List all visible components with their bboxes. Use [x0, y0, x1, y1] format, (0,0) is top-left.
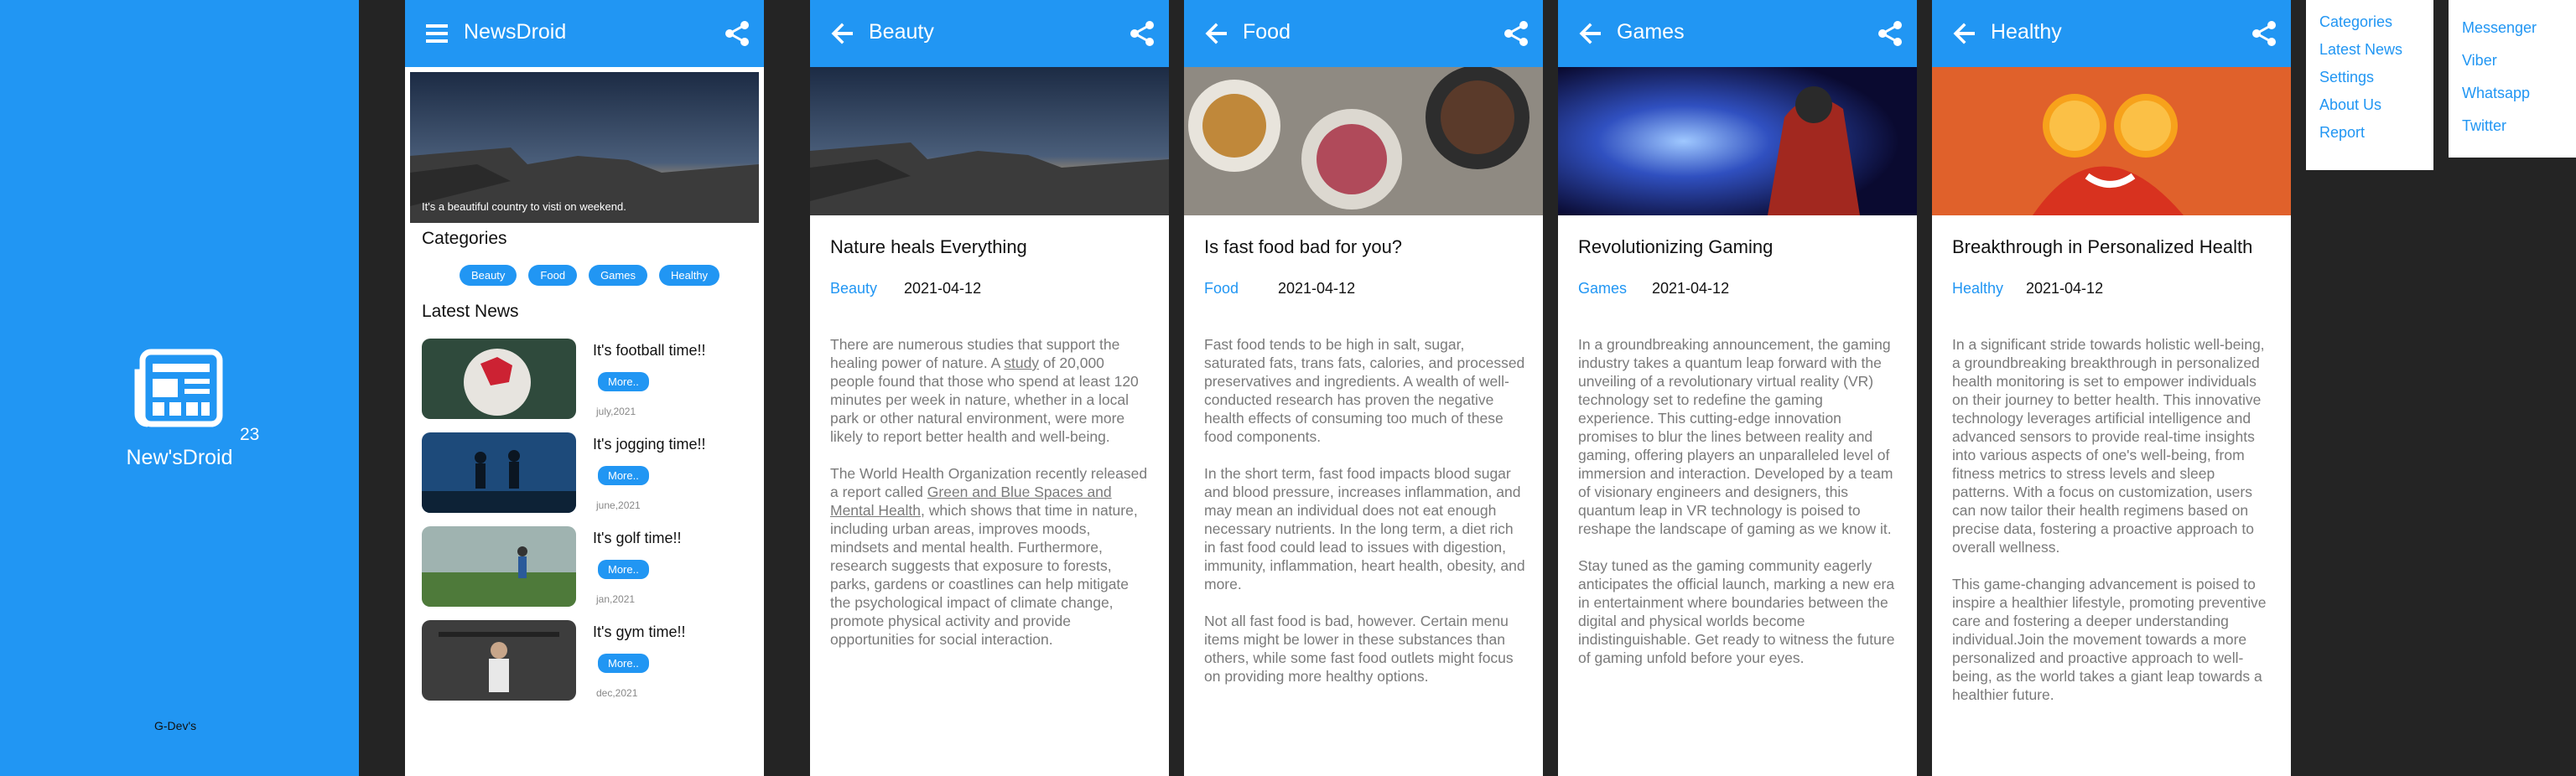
home-screen: NewsDroid It's a beautiful country to vi…	[405, 0, 764, 776]
article-image	[1558, 67, 1917, 215]
splash-version: 23	[240, 425, 260, 444]
splash-screen: New'sDroid 23 G-Dev's	[0, 0, 359, 776]
app-title: NewsDroid	[464, 20, 567, 44]
splash-credit: G-Dev's	[154, 719, 197, 732]
back-arrow-icon[interactable]	[1573, 17, 1607, 50]
article-screen-healthy: Healthy Breakthrough in Personalized Hea…	[1932, 0, 2291, 776]
article-headline: Nature heals Everything	[830, 236, 1027, 257]
article-date: 2021-04-12	[904, 280, 982, 297]
categories-heading: Categories	[422, 229, 507, 248]
article-category[interactable]: Food	[1204, 280, 1239, 297]
back-arrow-icon[interactable]	[1199, 17, 1233, 50]
news-date: dec,2021	[596, 687, 638, 699]
back-arrow-icon[interactable]	[1947, 17, 1981, 50]
app-bar: Beauty	[810, 0, 1169, 67]
main-menu: Categories Latest News Settings About Us…	[2306, 0, 2433, 170]
menu-item-report[interactable]: Report	[2306, 119, 2433, 147]
article-category[interactable]: Beauty	[830, 280, 877, 297]
article-headline: Is fast food bad for you?	[1204, 236, 1403, 257]
article-body: In a groundbreaking announcement, the ga…	[1578, 336, 1895, 666]
share-item-viber[interactable]: Viber	[2449, 44, 2576, 77]
share-icon[interactable]	[1873, 17, 1907, 50]
app-bar: Food	[1184, 0, 1543, 67]
article-body: There are numerous studies that support …	[830, 336, 1148, 648]
article-body: Fast food tends to be high in salt, suga…	[1204, 336, 1525, 685]
football-thumbnail	[422, 339, 576, 419]
list-item[interactable]: It's gym time!! More.. dec,2021	[422, 620, 757, 704]
app-bar: NewsDroid	[405, 0, 764, 67]
splash-app-name: New'sDroid	[126, 446, 233, 469]
article-headline: Revolutionizing Gaming	[1578, 236, 1774, 257]
share-menu: Messenger Viber Whatsapp Twitter	[2449, 0, 2576, 158]
more-button[interactable]: More..	[598, 654, 649, 673]
article-date: 2021-04-12	[1652, 280, 1730, 297]
article-headline: Breakthrough in Personalized Health	[1952, 236, 2253, 257]
share-icon[interactable]	[1125, 17, 1159, 50]
article-body: In a significant stride towards holistic…	[1952, 336, 2267, 703]
app-bar: Healthy	[1932, 0, 2291, 67]
news-title: It's jogging time!!	[593, 436, 706, 453]
list-item[interactable]: It's football time!! More.. july,2021	[422, 339, 757, 422]
article-screen-beauty: Beauty Nature heals Everything Beauty 20…	[810, 0, 1169, 776]
menu-icon[interactable]	[420, 17, 454, 50]
share-item-messenger[interactable]: Messenger	[2449, 12, 2576, 44]
list-item[interactable]: It's jogging time!! More.. june,2021	[422, 432, 757, 516]
more-button[interactable]: More..	[598, 466, 649, 485]
jogging-thumbnail	[422, 432, 576, 513]
hero-image[interactable]: It's a beautiful country to visti on wee…	[410, 72, 759, 223]
study-link[interactable]: study	[1004, 354, 1039, 371]
app-bar-title: Beauty	[869, 20, 934, 44]
article-image	[1184, 67, 1543, 215]
news-title: It's gym time!!	[593, 623, 686, 640]
back-arrow-icon[interactable]	[825, 17, 859, 50]
chip-beauty[interactable]: Beauty	[459, 265, 517, 286]
hero-caption: It's a beautiful country to visti on wee…	[422, 200, 626, 213]
article-image	[1932, 67, 2291, 215]
chip-games[interactable]: Games	[589, 265, 647, 286]
app-bar: Games	[1558, 0, 1917, 67]
more-button[interactable]: More..	[598, 560, 649, 579]
menu-item-categories[interactable]: Categories	[2306, 8, 2433, 36]
article-category[interactable]: Games	[1578, 280, 1627, 297]
share-item-whatsapp[interactable]: Whatsapp	[2449, 77, 2576, 110]
app-bar-title: Healthy	[1991, 20, 2062, 44]
article-screen-games: Games Revolutionizing Gaming Games 2021-…	[1558, 0, 1917, 776]
share-icon[interactable]	[1499, 17, 1533, 50]
golf-thumbnail	[422, 526, 576, 607]
list-item[interactable]: It's golf time!! More.. jan,2021	[422, 526, 757, 610]
news-title: It's football time!!	[593, 342, 706, 359]
menu-item-about-us[interactable]: About Us	[2306, 91, 2433, 119]
chip-food[interactable]: Food	[528, 265, 578, 286]
app-bar-title: Food	[1243, 20, 1291, 44]
news-title: It's golf time!!	[593, 530, 682, 546]
news-date: june,2021	[596, 499, 641, 511]
article-screen-food: Food Is fast food bad for you? Food 2021…	[1184, 0, 1543, 776]
menu-item-latest-news[interactable]: Latest News	[2306, 36, 2433, 64]
more-button[interactable]: More..	[598, 372, 649, 391]
article-date: 2021-04-12	[2026, 280, 2104, 297]
article-image	[810, 67, 1169, 215]
article-category[interactable]: Healthy	[1952, 280, 2003, 297]
app-bar-title: Games	[1617, 20, 1685, 44]
news-date: jan,2021	[596, 593, 636, 605]
chip-healthy[interactable]: Healthy	[658, 265, 720, 286]
share-icon[interactable]	[720, 17, 754, 50]
news-date: july,2021	[596, 406, 636, 417]
latest-news-heading: Latest News	[422, 302, 519, 321]
gym-thumbnail	[422, 620, 576, 701]
newspaper-icon	[134, 349, 223, 427]
article-date: 2021-04-12	[1278, 280, 1356, 297]
category-chips: Beauty Food Games Healthy	[422, 265, 757, 286]
share-item-twitter[interactable]: Twitter	[2449, 110, 2576, 142]
menu-item-settings[interactable]: Settings	[2306, 64, 2433, 91]
share-icon[interactable]	[2247, 17, 2281, 50]
